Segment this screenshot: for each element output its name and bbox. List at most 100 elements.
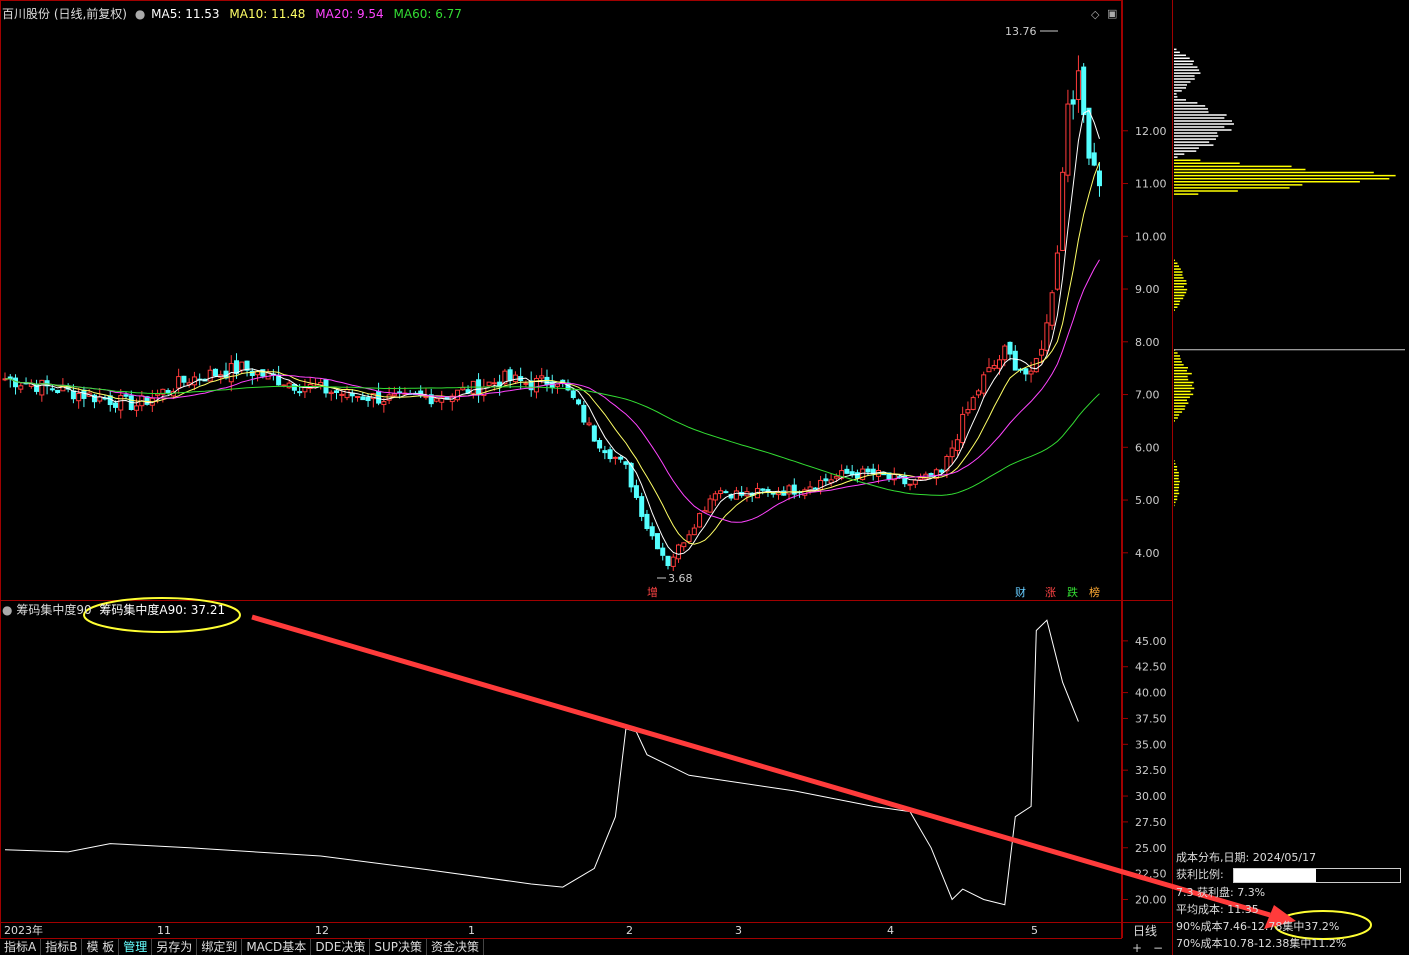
candle-body	[654, 533, 660, 550]
candle-body	[718, 490, 724, 494]
candle-body	[1012, 350, 1018, 371]
cost-title: 成本分布,日期: 2024/05/17	[1176, 851, 1317, 864]
candle-body	[970, 397, 976, 410]
cost-70: 70%成本10.78-12.38集中11.2%	[1176, 937, 1347, 950]
candle-body	[376, 390, 382, 404]
candle-body	[344, 389, 350, 399]
y-tick-label: 7.00	[1135, 389, 1160, 402]
diamond-icon[interactable]: ◇	[1091, 9, 1099, 21]
candle-body	[1081, 66, 1087, 116]
y-tick-label: 6.00	[1135, 441, 1160, 454]
period-label[interactable]: 日线	[1133, 925, 1157, 937]
candle-body	[639, 496, 645, 517]
candle-body	[460, 387, 466, 391]
chart-canvas: 4.00 5.00 6.00 7.00 8.00 9.00 10.00 11.00 12.00 2…	[0, 0, 1405, 955]
y-tick-label: 10.00	[1135, 230, 1167, 243]
settings-circle-icon[interactable]: ●	[2, 603, 12, 617]
candle-body	[612, 456, 618, 459]
tab-bind-to[interactable]: 绑定到	[197, 939, 243, 955]
candle-body	[618, 456, 624, 460]
profit-bar: 70.6%	[1233, 868, 1401, 883]
y-tick-label: 40.00	[1135, 687, 1167, 700]
candle-body	[1065, 103, 1071, 176]
y-tick-label: 42.50	[1135, 661, 1167, 674]
candle-body	[633, 485, 639, 498]
candle-body	[833, 475, 839, 479]
finance-tag[interactable]: 财	[1015, 587, 1026, 599]
settings-circle-icon[interactable]: ●	[135, 7, 145, 21]
candle-body	[997, 359, 1002, 369]
y-tick-label: 20.00	[1135, 893, 1167, 906]
candle-body	[297, 391, 303, 394]
tab-indicator-a[interactable]: 指标A	[0, 939, 42, 955]
tab-manage[interactable]: 管理	[119, 939, 153, 955]
candle-body	[1044, 322, 1050, 351]
candle-body	[239, 361, 245, 371]
tab-indicator-b[interactable]: 指标B	[41, 939, 83, 955]
date-label: 12	[315, 924, 329, 937]
candle-body	[286, 382, 292, 389]
y-tick-label: 8.00	[1135, 336, 1160, 349]
candle-body	[1033, 358, 1039, 373]
candle-body	[607, 449, 613, 460]
fall-tag[interactable]: 跌	[1067, 587, 1078, 599]
candle-body	[1070, 99, 1076, 105]
square-icon[interactable]: ▣	[1107, 8, 1117, 20]
tab-dde[interactable]: DDE决策	[311, 939, 371, 955]
avg-cost: 平均成本: 11.35	[1176, 903, 1259, 916]
candle-body	[1039, 348, 1045, 356]
rise-tag[interactable]: 涨	[1045, 587, 1056, 599]
candle-body	[697, 513, 703, 528]
candle-body	[18, 385, 24, 390]
event-marker[interactable]: 增	[647, 587, 658, 599]
candle-body	[954, 439, 960, 451]
candle-body	[733, 490, 739, 500]
ma5-label: MA5: 11.53	[151, 7, 220, 21]
candle-body	[912, 479, 918, 485]
candle-body	[597, 439, 603, 449]
candle-body	[349, 392, 355, 397]
tab-save-as[interactable]: 另存为	[152, 939, 198, 955]
candle-body	[39, 379, 45, 396]
tab-sup[interactable]: SUP决策	[370, 939, 428, 955]
candle-body	[134, 405, 140, 411]
ma60-label: MA60: 6.77	[393, 7, 462, 21]
candle-body	[113, 402, 118, 408]
ma10-label: MA10: 11.48	[229, 7, 306, 21]
candle-body	[360, 396, 366, 401]
indicator-name[interactable]: 筹码集中度90	[16, 603, 91, 617]
indicator-value: 筹码集中度A90: 37.21	[99, 603, 226, 617]
stock-title[interactable]: 百川股份 (日线,前复权)	[2, 7, 127, 21]
candle-body	[144, 396, 150, 405]
rank-tag[interactable]: 榜	[1089, 587, 1100, 599]
tab-fund[interactable]: 资金决策	[427, 939, 485, 955]
candle-body	[723, 491, 729, 494]
candle-body	[523, 382, 529, 385]
candle-body	[765, 489, 771, 492]
candle-body	[576, 399, 582, 405]
profit-line: 7.3 获利盘: 7.3%	[1176, 886, 1266, 899]
tab-macd[interactable]: MACD基本	[242, 939, 312, 955]
candle-body	[1054, 252, 1060, 290]
candle-body	[365, 397, 371, 402]
zoom-out-button[interactable]: −	[1153, 942, 1163, 954]
y-tick-label: 5.00	[1135, 494, 1160, 507]
candle-body	[355, 395, 361, 398]
candle-body	[965, 409, 971, 414]
tab-template[interactable]: 模 板	[82, 939, 120, 955]
candle-body	[712, 493, 718, 501]
cost-90: 90%成本7.46-12.78集中37.2%	[1176, 920, 1340, 933]
y-tick-label: 35.00	[1135, 738, 1167, 751]
zoom-in-button[interactable]: +	[1132, 942, 1142, 954]
candle-body	[907, 483, 913, 486]
kline-chart-window: 4.00 5.00 6.00 7.00 8.00 9.00 10.00 11.00 12.00 2…	[0, 0, 1409, 955]
date-label: 2	[626, 924, 633, 937]
profit-value: 70.6%	[1304, 869, 1339, 882]
candle-body	[939, 469, 945, 473]
candle-body	[49, 388, 55, 391]
candle-body	[381, 401, 387, 406]
candle-body	[1028, 370, 1034, 375]
candle-body	[649, 526, 655, 537]
candle-body	[491, 382, 497, 385]
candle-body	[681, 542, 687, 548]
